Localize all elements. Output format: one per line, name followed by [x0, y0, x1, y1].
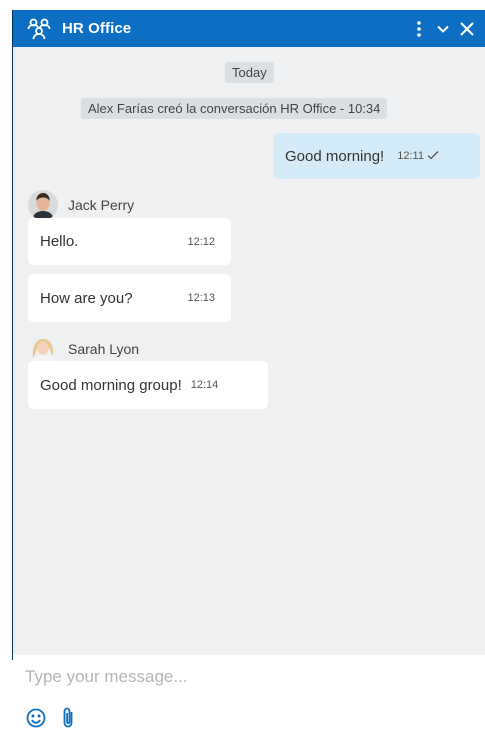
incoming-message[interactable]: Good morning group! 12:14 [28, 361, 268, 409]
message-time: 12:14 [190, 379, 219, 391]
chat-titlebar: HR Office [13, 10, 485, 47]
more-vertical-icon[interactable] [407, 17, 431, 41]
attachment-icon[interactable] [57, 707, 79, 729]
sender-sarah: Sarah Lyon [28, 334, 139, 364]
system-message: Alex Farías creó la conversación HR Offi… [81, 98, 388, 119]
incoming-message[interactable]: How are you? 12:13 [28, 274, 231, 322]
incoming-message[interactable]: Hello. 12:12 [28, 218, 231, 265]
message-composer [13, 655, 485, 731]
sender-jack: Jack Perry [28, 190, 134, 220]
message-text: Good morning group! [40, 376, 182, 394]
date-separator: Today [225, 62, 274, 83]
own-message[interactable]: Good morning! 12:11 [274, 133, 480, 179]
avatar[interactable] [28, 334, 58, 364]
message-time: 12:11 [397, 150, 439, 163]
avatar[interactable] [28, 190, 58, 220]
read-check-icon [427, 150, 439, 163]
message-time-value: 12:11 [397, 150, 424, 162]
sender-name: Jack Perry [68, 197, 135, 213]
chevron-down-icon[interactable] [431, 17, 455, 41]
chat-title: HR Office [62, 20, 132, 37]
sender-name: Sarah Lyon [68, 341, 140, 357]
message-input[interactable] [25, 664, 465, 690]
message-text: Good morning! [285, 147, 385, 165]
chat-window: HR Office Today Alex Farías creó la conv… [0, 0, 485, 731]
message-text: Hello. [40, 233, 79, 250]
message-text: How are you? [40, 289, 133, 307]
message-time: 12:13 [187, 292, 215, 304]
message-time: 12:12 [187, 235, 215, 248]
message-list[interactable]: Today Alex Farías creó la conversación H… [13, 47, 485, 655]
close-icon[interactable] [455, 17, 479, 41]
group-icon [26, 16, 52, 42]
emoji-icon[interactable] [25, 707, 47, 729]
